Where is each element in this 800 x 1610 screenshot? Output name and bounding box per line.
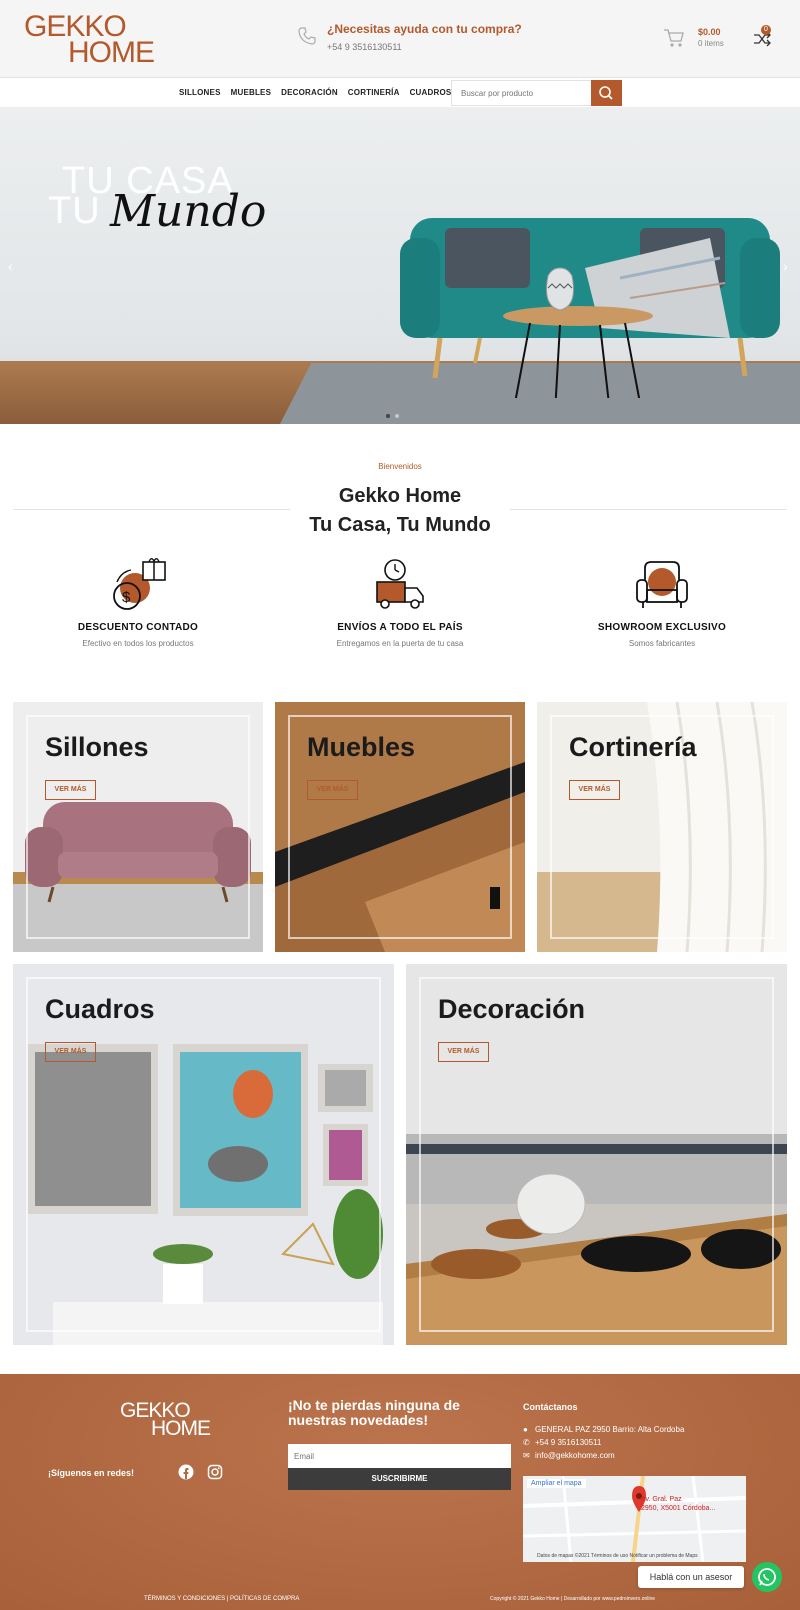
feature-subtitle: Somos fabricantes bbox=[628, 639, 696, 648]
slider-dot[interactable] bbox=[386, 414, 390, 418]
mail-text: info@gekkohome.com bbox=[535, 1451, 615, 1460]
welcome-title: Gekko Home Tu Casa, Tu Mundo bbox=[0, 482, 800, 540]
tile-frame bbox=[26, 977, 381, 1332]
search-button[interactable] bbox=[591, 80, 622, 106]
address-text: GENERAL PAZ 2950 Barrio: Alta Cordoba bbox=[535, 1425, 685, 1434]
mail-icon: ✉ bbox=[523, 1451, 530, 1460]
category-title: Cuadros bbox=[45, 994, 155, 1024]
feature-title: SHOWROOM EXCLUSIVO bbox=[597, 622, 727, 633]
map-pin-label-2: 2950, X5001 Córdoba... bbox=[641, 1505, 716, 1512]
logo-line2: HOME bbox=[68, 36, 155, 69]
phone-text: +54 9 3516130511 bbox=[535, 1438, 602, 1447]
category-tile-cortineria[interactable]: Cortinería VER MÁS bbox=[537, 702, 787, 952]
footer-logo[interactable]: GEKKO HOME bbox=[120, 1399, 220, 1440]
nav-item-muebles[interactable]: MUEBLES bbox=[231, 88, 272, 97]
ver-mas-button[interactable]: VER MÁS bbox=[438, 1042, 489, 1062]
ver-mas-button[interactable]: VER MÁS bbox=[45, 1042, 96, 1062]
category-tile-cuadros[interactable]: Cuadros VER MÁS bbox=[13, 964, 394, 1345]
search-input[interactable] bbox=[452, 81, 592, 105]
map-footer-text: Datos de mapas ©2021 Términos de uso Not… bbox=[537, 1553, 698, 1559]
slider-dot[interactable] bbox=[395, 414, 399, 418]
hero-sofa-image bbox=[400, 218, 780, 398]
feature-showroom: SHOWROOM EXCLUSIVO Somos fabricantes bbox=[532, 554, 792, 648]
footer-links[interactable]: TÉRMINOS Y CONDICIONES | POLÍTICAS DE CO… bbox=[144, 1596, 299, 1602]
contact-title: Contáctanos bbox=[523, 1402, 578, 1412]
subscribe-button[interactable]: SUSCRIBIRME bbox=[288, 1468, 511, 1490]
nav-item-decoracion[interactable]: DECORACIÓN bbox=[281, 88, 338, 97]
ver-mas-button[interactable]: VER MÁS bbox=[569, 780, 620, 800]
category-title: Muebles bbox=[307, 732, 416, 762]
category-tile-sillones[interactable]: Sillones VER MÁS bbox=[13, 702, 263, 952]
top-header: GEKKO HOME ¿Necesitas ayuda con tu compr… bbox=[0, 0, 800, 78]
instagram-icon[interactable] bbox=[207, 1464, 223, 1480]
slider-next-arrow[interactable]: › bbox=[783, 258, 797, 274]
cart-items: 0 items bbox=[698, 39, 724, 48]
cart-amount: $0.00 bbox=[698, 27, 721, 37]
cart-icon[interactable] bbox=[663, 28, 685, 48]
armchair-icon bbox=[636, 561, 688, 608]
footer-logo-line2: HOME bbox=[151, 1417, 211, 1440]
feature-shipping: ENVÍOS A TODO EL PAÍS Entregamos en la p… bbox=[270, 554, 530, 648]
nav-item-cortineria[interactable]: CORTINERÍA bbox=[348, 88, 400, 97]
map-streets bbox=[523, 1476, 746, 1562]
tile-frame bbox=[419, 977, 774, 1332]
contact-email[interactable]: ✉ info@gekkohome.com bbox=[523, 1451, 615, 1460]
feature-title: DESCUENTO CONTADO bbox=[77, 622, 199, 633]
facebook-icon[interactable] bbox=[178, 1464, 194, 1480]
feature-title: ENVÍOS A TODO EL PAÍS bbox=[337, 622, 463, 633]
whatsapp-icon bbox=[758, 1568, 776, 1586]
discount-icon: $ bbox=[113, 558, 166, 610]
feature-subtitle: Efectivo en todos los productos bbox=[82, 639, 194, 648]
welcome-eyebrow: Bienvenidos bbox=[378, 462, 422, 471]
help-title: ¿Necesitas ayuda con tu compra? bbox=[327, 22, 522, 36]
welcome-title-line2: Tu Casa, Tu Mundo bbox=[309, 514, 491, 536]
welcome-title-line1: Gekko Home bbox=[338, 485, 462, 507]
category-tile-decoracion[interactable]: Decoración VER MÁS bbox=[406, 964, 787, 1345]
help-phone[interactable]: +54 9 3516130511 bbox=[327, 42, 402, 52]
map-enlarge-link[interactable]: Ampliar el mapa bbox=[527, 1479, 586, 1488]
compare-count-badge: 0 bbox=[761, 25, 771, 35]
category-tile-muebles[interactable]: Muebles VER MÁS bbox=[275, 702, 525, 952]
location-icon: ● bbox=[523, 1425, 528, 1434]
phone-icon: ✆ bbox=[523, 1438, 530, 1447]
hero-slider: TU CASA TU Mundo ‹ › bbox=[0, 108, 800, 424]
ver-mas-button[interactable]: VER MÁS bbox=[307, 780, 358, 800]
search-bar bbox=[451, 80, 622, 106]
newsletter-title: ¡No te pierdas ninguna de nuestras noved… bbox=[288, 1397, 460, 1428]
logo[interactable]: GEKKO HOME bbox=[24, 10, 164, 69]
category-title: Decoración bbox=[438, 994, 586, 1024]
map-pin-label-1: Av. Gral. Paz bbox=[641, 1496, 682, 1503]
newsletter-email-input[interactable] bbox=[288, 1444, 511, 1468]
delivery-icon bbox=[376, 559, 424, 609]
main-navigation: SILLONES MUEBLES DECORACIÓN CORTINERÍA C… bbox=[0, 78, 800, 108]
welcome-section: Bienvenidos Gekko Home Tu Casa, Tu Mundo… bbox=[0, 424, 800, 684]
copyright: Copyright © 2021 Gekko Home | Desarrolla… bbox=[490, 1596, 656, 1602]
follow-label: ¡Síguenos en redes! bbox=[48, 1468, 135, 1478]
whatsapp-button[interactable] bbox=[752, 1562, 782, 1592]
category-title: Sillones bbox=[45, 732, 149, 762]
nav-item-cuadros[interactable]: CUADROS bbox=[410, 88, 452, 97]
ver-mas-button[interactable]: VER MÁS bbox=[45, 780, 96, 800]
category-title: Cortinería bbox=[569, 732, 697, 762]
whatsapp-label[interactable]: Hablá con un asesor bbox=[638, 1566, 744, 1588]
svg-text:$: $ bbox=[122, 589, 131, 606]
search-icon bbox=[599, 86, 613, 100]
hero-title-line2: TU bbox=[48, 190, 101, 232]
feature-subtitle: Entregamos en la puerta de tu casa bbox=[336, 639, 464, 648]
footer-bottom-bar: TÉRMINOS Y CONDICIONES | POLÍTICAS DE CO… bbox=[0, 1592, 800, 1610]
feature-discount: $ DESCUENTO CONTADO Efectivo en todos lo… bbox=[8, 554, 268, 648]
contact-address: ● GENERAL PAZ 2950 Barrio: Alta Cordoba bbox=[523, 1425, 684, 1434]
contact-phone[interactable]: ✆ +54 9 3516130511 bbox=[523, 1438, 601, 1447]
slider-dots bbox=[386, 414, 399, 418]
google-map[interactable]: Ampliar el mapa Av. Gral. Paz 2950, X500… bbox=[523, 1476, 746, 1562]
phone-icon bbox=[298, 27, 316, 45]
nav-menu: SILLONES MUEBLES DECORACIÓN CORTINERÍA C… bbox=[179, 88, 451, 97]
hero-title-script: Mundo bbox=[110, 186, 267, 237]
slider-prev-arrow[interactable]: ‹ bbox=[8, 258, 22, 274]
nav-item-sillones[interactable]: SILLONES bbox=[179, 88, 221, 97]
